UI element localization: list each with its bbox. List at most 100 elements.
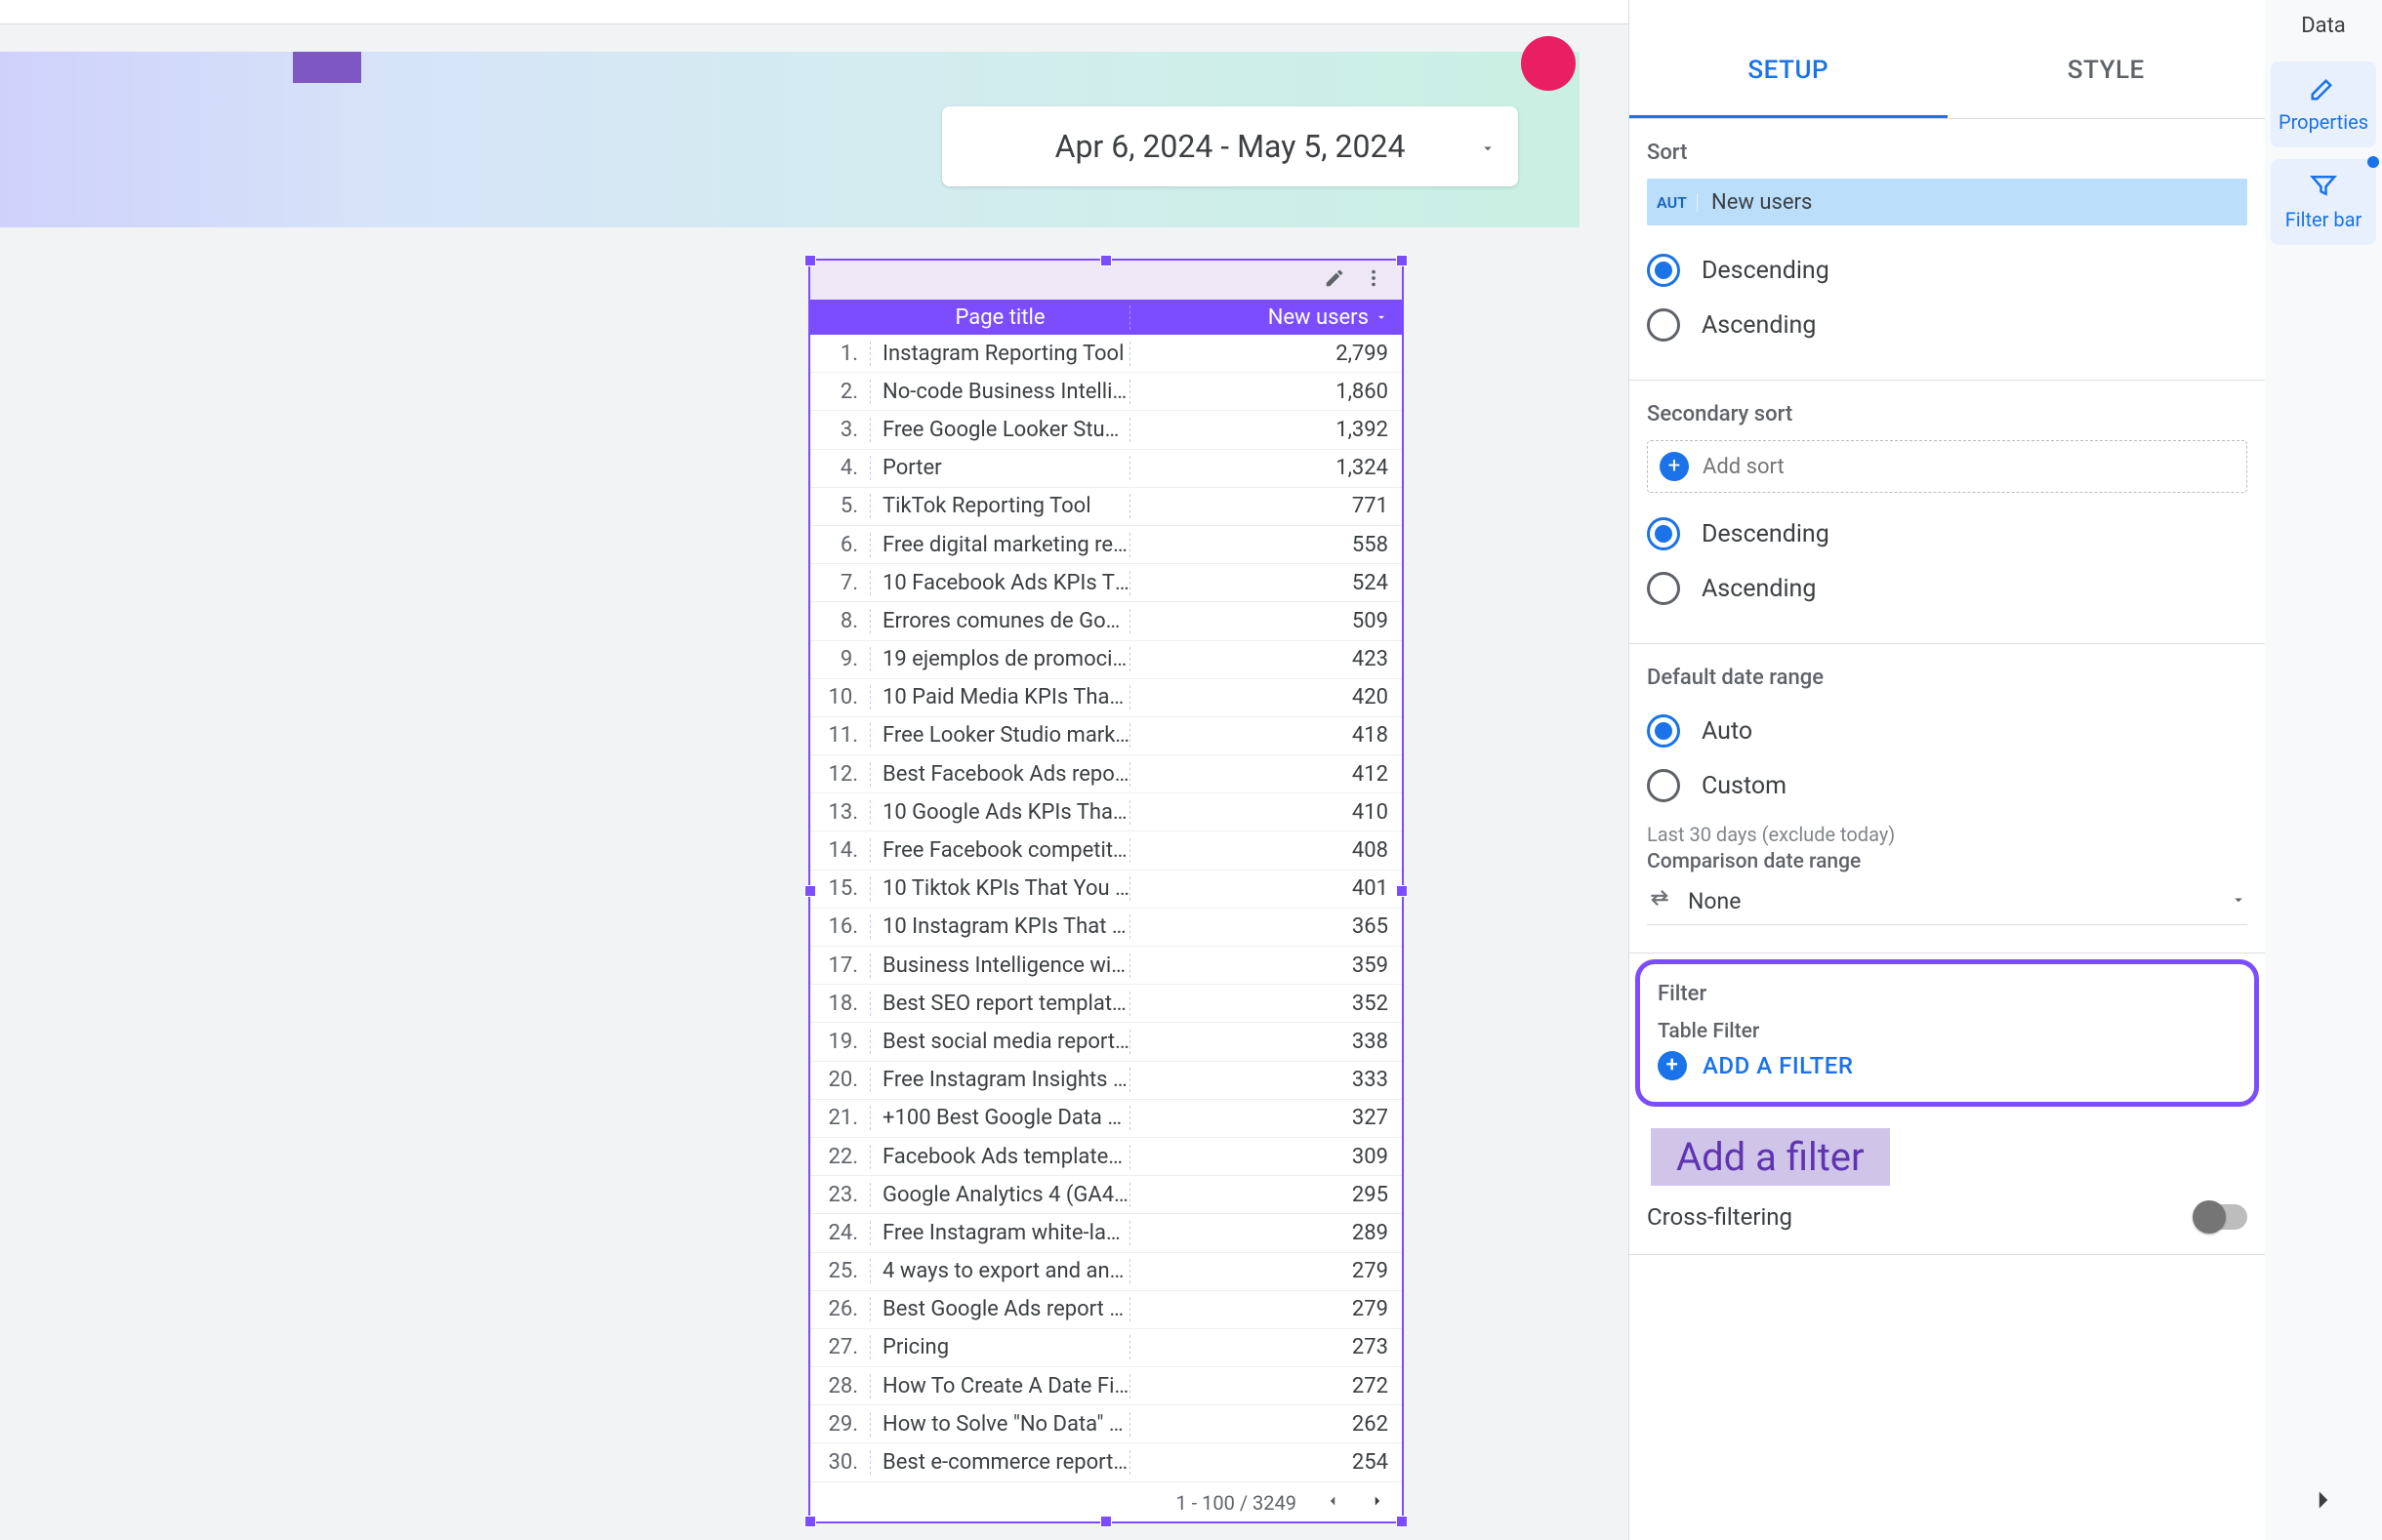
cross-filter-row: Cross-filtering bbox=[1629, 1203, 2265, 1255]
date-auto-radio[interactable]: Auto bbox=[1647, 704, 2247, 758]
table-row[interactable]: 28.How To Create A Date Filter I…272 bbox=[810, 1367, 1402, 1405]
table-row[interactable]: 7.10 Facebook Ads KPIs That Y…524 bbox=[810, 564, 1402, 602]
table-row[interactable]: 6.Free digital marketing report…558 bbox=[810, 526, 1402, 564]
table-row[interactable]: 20.Free Instagram Insights repo…333 bbox=[810, 1062, 1402, 1100]
row-value: 771 bbox=[1130, 494, 1402, 518]
tab-setup[interactable]: SETUP bbox=[1629, 25, 1948, 118]
table-row[interactable]: 30.Best e-commerce report tem…254 bbox=[810, 1443, 1402, 1481]
row-number: 28. bbox=[810, 1374, 871, 1398]
table-row[interactable]: 21.+100 Best Google Data Studi…327 bbox=[810, 1100, 1402, 1138]
table-row[interactable]: 2.No-code Business Intelligenc…1,860 bbox=[810, 373, 1402, 411]
secondary-desc-radio[interactable]: Descending bbox=[1647, 507, 2247, 561]
add-sort-button[interactable]: + Add sort bbox=[1647, 440, 2247, 493]
row-title: Porter bbox=[871, 456, 1130, 480]
field-type-badge: AUT bbox=[1647, 193, 1698, 212]
row-value: 279 bbox=[1130, 1297, 1402, 1321]
table-row[interactable]: 25.4 ways to export and analyze …279 bbox=[810, 1253, 1402, 1291]
comparison-select[interactable]: None bbox=[1647, 885, 2247, 925]
table-row[interactable]: 16.10 Instagram KPIs That You S…365 bbox=[810, 909, 1402, 947]
row-value: 309 bbox=[1130, 1145, 1402, 1169]
row-title: Best SEO report templates w… bbox=[871, 992, 1130, 1016]
properties-panel: SETUP STYLE Sort AUT New users Descendin… bbox=[1628, 0, 2265, 1540]
radio-icon bbox=[1647, 517, 1680, 550]
row-number: 2. bbox=[810, 380, 871, 404]
table-row[interactable]: 19.Best social media report tem…338 bbox=[810, 1023, 1402, 1061]
table-row[interactable]: 24.Free Instagram white-label r…289 bbox=[810, 1214, 1402, 1252]
row-title: +100 Best Google Data Studi… bbox=[871, 1106, 1130, 1130]
table-row[interactable]: 14.Free Facebook competitors a…408 bbox=[810, 831, 1402, 870]
table-row[interactable]: 8.Errores comunes de Google …509 bbox=[810, 602, 1402, 640]
sort-asc-radio[interactable]: Ascending bbox=[1647, 298, 2247, 352]
row-title: 4 ways to export and analyze … bbox=[871, 1259, 1130, 1283]
table-row[interactable]: 13.10 Google Ads KPIs That You …410 bbox=[810, 793, 1402, 831]
row-value: 295 bbox=[1130, 1183, 1402, 1207]
row-title: Pricing bbox=[871, 1335, 1130, 1359]
row-value: 1,860 bbox=[1130, 380, 1402, 404]
report-canvas[interactable]: Apr 6, 2024 - May 5, 2024 Page title New… bbox=[0, 24, 1628, 1540]
sort-field-chip[interactable]: AUT New users bbox=[1647, 179, 2247, 225]
row-value: 289 bbox=[1130, 1221, 1402, 1245]
table-row[interactable]: 27.Pricing273 bbox=[810, 1329, 1402, 1367]
pagination-text: 1 - 100 / 3249 bbox=[1175, 1491, 1296, 1515]
table-row[interactable]: 9.19 ejemplos de promociones …423 bbox=[810, 641, 1402, 679]
row-number: 10. bbox=[810, 685, 871, 709]
table-chart[interactable]: Page title New users 1.Instagram Reporti… bbox=[808, 259, 1404, 1523]
row-title: Free Looker Studio marketin… bbox=[871, 723, 1130, 748]
table-filter-label: Table Filter bbox=[1658, 1020, 2237, 1043]
row-number: 15. bbox=[810, 876, 871, 901]
row-title: 10 Paid Media KPIs That You … bbox=[871, 685, 1130, 709]
date-range-control[interactable]: Apr 6, 2024 - May 5, 2024 bbox=[942, 106, 1518, 186]
table-row[interactable]: 18.Best SEO report templates w…352 bbox=[810, 985, 1402, 1023]
filter-label: Filter bbox=[1658, 982, 2237, 1006]
rail-filter-bar-button[interactable]: Filter bar bbox=[2271, 159, 2376, 245]
table-row[interactable]: 1.Instagram Reporting Tool2,799 bbox=[810, 335, 1402, 373]
row-value: 408 bbox=[1130, 838, 1402, 863]
decorative-accent bbox=[293, 52, 361, 83]
table-row[interactable]: 11.Free Looker Studio marketin…418 bbox=[810, 717, 1402, 755]
rail-expand-button[interactable] bbox=[2265, 1483, 2382, 1517]
table-row[interactable]: 5.TikTok Reporting Tool771 bbox=[810, 488, 1402, 526]
table-row[interactable]: 4.Porter1,324 bbox=[810, 450, 1402, 488]
row-value: 1,324 bbox=[1130, 456, 1402, 480]
rail-properties-button[interactable]: Properties bbox=[2271, 61, 2376, 147]
swap-icon bbox=[1647, 885, 1672, 916]
table-row[interactable]: 23.Google Analytics 4 (GA4) Goo…295 bbox=[810, 1176, 1402, 1214]
cross-filter-toggle[interactable] bbox=[2195, 1204, 2247, 1230]
radio-icon bbox=[1647, 572, 1680, 605]
table-row[interactable]: 12.Best Facebook Ads report te…412 bbox=[810, 755, 1402, 793]
edit-icon[interactable] bbox=[1324, 267, 1345, 293]
table-row[interactable]: 29.How to Solve "No Data" Chart…262 bbox=[810, 1405, 1402, 1443]
radio-icon bbox=[1647, 254, 1680, 287]
table-row[interactable]: 17.Business Intelligence with G…359 bbox=[810, 947, 1402, 985]
prev-page-button[interactable] bbox=[1324, 1491, 1341, 1515]
sort-desc-radio[interactable]: Descending bbox=[1647, 243, 2247, 298]
row-title: Free digital marketing report… bbox=[871, 533, 1130, 557]
table-column-header: Page title New users bbox=[810, 300, 1402, 335]
date-custom-radio[interactable]: Custom bbox=[1647, 758, 2247, 813]
more-vert-icon[interactable] bbox=[1363, 267, 1384, 293]
row-number: 13. bbox=[810, 800, 871, 825]
table-row[interactable]: 10.10 Paid Media KPIs That You …420 bbox=[810, 679, 1402, 717]
row-title: Errores comunes de Google … bbox=[871, 609, 1130, 633]
next-page-button[interactable] bbox=[1369, 1491, 1386, 1515]
row-title: Free Instagram Insights repo… bbox=[871, 1068, 1130, 1092]
annotation-callout: Add a filter bbox=[1651, 1128, 1890, 1186]
row-title: 10 Google Ads KPIs That You … bbox=[871, 800, 1130, 825]
table-row[interactable]: 26.Best Google Ads report temp…279 bbox=[810, 1291, 1402, 1329]
col-title[interactable]: Page title bbox=[871, 305, 1130, 330]
row-value: 401 bbox=[1130, 876, 1402, 901]
col-value[interactable]: New users bbox=[1130, 305, 1402, 330]
add-filter-button[interactable]: + ADD A FILTER bbox=[1658, 1051, 2237, 1080]
secondary-asc-radio[interactable]: Ascending bbox=[1647, 561, 2247, 616]
rail-data-label[interactable]: Data bbox=[2265, 0, 2382, 50]
radio-icon bbox=[1647, 714, 1680, 748]
table-row[interactable]: 22.Facebook Ads templates for …309 bbox=[810, 1138, 1402, 1176]
row-number: 9. bbox=[810, 647, 871, 671]
row-value: 412 bbox=[1130, 762, 1402, 787]
row-title: 10 Tiktok KPIs That You Shoul… bbox=[871, 876, 1130, 901]
row-title: Best Facebook Ads report te… bbox=[871, 762, 1130, 787]
table-row[interactable]: 3.Free Google Looker Studio m…1,392 bbox=[810, 411, 1402, 449]
table-row[interactable]: 15.10 Tiktok KPIs That You Shoul…401 bbox=[810, 871, 1402, 909]
tab-style[interactable]: STYLE bbox=[1948, 25, 2266, 118]
row-value: 524 bbox=[1130, 571, 1402, 595]
